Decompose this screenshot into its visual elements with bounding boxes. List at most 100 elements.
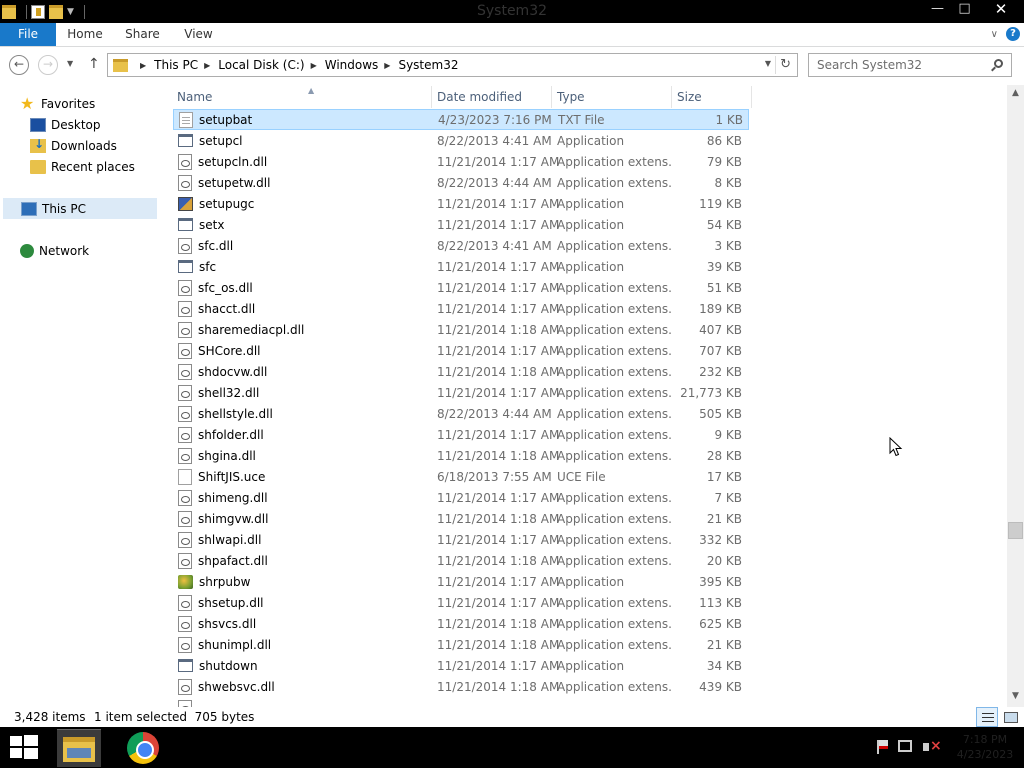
table-row[interactable]: sfc 11/21/2014 1:17 AM Application 39 KB bbox=[173, 256, 749, 277]
table-row[interactable]: shgina.dll 11/21/2014 1:18 AM Application … bbox=[173, 445, 749, 466]
close-button[interactable]: ✕ bbox=[978, 0, 1024, 20]
action-center-flag-icon[interactable] bbox=[875, 740, 891, 754]
table-row[interactable]: sfc_os.dll 11/21/2014 1:17 AM Application … bbox=[173, 277, 749, 298]
scroll-up-arrow-icon[interactable]: ▲ bbox=[1007, 85, 1024, 102]
tab-view[interactable]: View bbox=[171, 23, 226, 46]
nav-favorites[interactable]: ★ Favorites bbox=[20, 93, 95, 114]
file-name: sfc.dll bbox=[198, 238, 234, 253]
table-row[interactable]: setupcln.dll 11/21/2014 1:17 AM Applicatio… bbox=[173, 151, 749, 172]
window-controls: — □ ✕ bbox=[924, 0, 1024, 22]
table-row[interactable]: shsvcs.dll 11/21/2014 1:18 AM Application … bbox=[173, 613, 749, 634]
large-icons-view-button[interactable] bbox=[999, 707, 1021, 727]
network-tray-icon[interactable] bbox=[898, 740, 912, 752]
table-row[interactable]: shfolder.dll 11/21/2014 1:17 AM Applicatio… bbox=[173, 424, 749, 445]
breadcrumb-this-pc[interactable]: This PC bbox=[154, 58, 198, 72]
nav-desktop[interactable]: Desktop bbox=[30, 114, 101, 135]
file-date: 11/21/2014 1:18 AM bbox=[437, 553, 560, 568]
maximize-button[interactable]: □ bbox=[951, 0, 978, 20]
column-header-type[interactable]: Type bbox=[552, 86, 672, 108]
column-header-size[interactable]: Size bbox=[672, 86, 752, 108]
table-row[interactable]: shrpubw 11/21/2014 1:17 AM Application 395 … bbox=[173, 571, 749, 592]
back-button[interactable]: ← bbox=[9, 55, 29, 75]
file-size: 395 KB bbox=[699, 574, 742, 589]
up-button[interactable]: ↑ bbox=[88, 56, 100, 72]
address-bar[interactable]: ▶ This PC ▶ Local Disk (C:) ▶ Windows ▶ … bbox=[107, 53, 798, 77]
table-row[interactable]: sharemediacpl.dll 11/21/2014 1:18 AM Appli… bbox=[173, 319, 749, 340]
vertical-scrollbar[interactable]: ▲ ▼ bbox=[1007, 85, 1024, 707]
search-icon[interactable] bbox=[994, 59, 1003, 68]
expand-ribbon-icon[interactable]: ∨ bbox=[991, 29, 998, 40]
breadcrumb-arrow-icon[interactable]: ▶ bbox=[384, 61, 390, 70]
volume-muted-icon[interactable] bbox=[922, 738, 942, 754]
start-button[interactable] bbox=[10, 735, 38, 759]
table-row[interactable]: ShiftJIS.uce 6/18/2013 7:55 AM UCE File 17 … bbox=[173, 466, 749, 487]
file-type: Application extens... bbox=[557, 553, 672, 568]
tab-share[interactable]: Share bbox=[114, 23, 171, 46]
refresh-button[interactable]: ↻ bbox=[780, 57, 791, 72]
recent-locations-dropdown-icon[interactable]: ▼ bbox=[67, 59, 73, 68]
file-size: 54 KB bbox=[706, 217, 742, 232]
table-row[interactable]: shunimpl.dll 11/21/2014 1:18 AM Applicatio… bbox=[173, 634, 749, 655]
file-date: 11/21/2014 1:18 AM bbox=[437, 364, 560, 379]
table-row[interactable]: shdocvw.dll 11/21/2014 1:18 AM Application… bbox=[173, 361, 749, 382]
table-row[interactable]: shimeng.dll 11/21/2014 1:17 AM Application… bbox=[173, 487, 749, 508]
column-header-date[interactable]: Date modified bbox=[432, 86, 552, 108]
breadcrumb-system32[interactable]: System32 bbox=[398, 58, 458, 72]
table-row[interactable]: shacct.dll 11/21/2014 1:17 AM Application … bbox=[173, 298, 749, 319]
tab-file[interactable]: File bbox=[0, 23, 56, 46]
table-row[interactable]: setx 11/21/2014 1:17 AM Application 54 KB bbox=[173, 214, 749, 235]
minimize-button[interactable]: — bbox=[924, 0, 951, 20]
search-input[interactable] bbox=[817, 57, 987, 73]
file-date: 11/21/2014 1:17 AM bbox=[437, 154, 560, 169]
generic-file-icon bbox=[178, 468, 192, 485]
table-row[interactable]: shsetup.dll 11/21/2014 1:17 AM Application… bbox=[173, 592, 749, 613]
file-date: 11/21/2014 1:18 AM bbox=[437, 637, 560, 652]
file-name: setx bbox=[199, 217, 225, 232]
breadcrumb-local-disk[interactable]: Local Disk (C:) bbox=[218, 58, 304, 72]
table-row[interactable]: setupbat 4/23/2023 7:16 PM TXT File 1 KB bbox=[173, 109, 749, 130]
file-type: Application bbox=[557, 658, 625, 673]
nav-network[interactable]: Network bbox=[20, 240, 89, 261]
table-row[interactable] bbox=[173, 697, 749, 707]
table-row[interactable]: shellstyle.dll 8/22/2013 4:44 AM Applicati… bbox=[173, 403, 749, 424]
address-history-dropdown-icon[interactable]: ▼ bbox=[765, 59, 771, 68]
search-box[interactable] bbox=[808, 53, 1012, 77]
file-name: shutdown bbox=[199, 658, 258, 673]
breadcrumb-arrow-icon[interactable]: ▶ bbox=[204, 61, 210, 70]
taskbar-chrome-icon[interactable] bbox=[127, 732, 159, 764]
table-row[interactable]: setupcl 8/22/2013 4:41 AM Application 86 KB bbox=[173, 130, 749, 151]
nav-desktop-label: Desktop bbox=[51, 117, 101, 132]
forward-button[interactable]: → bbox=[38, 55, 58, 75]
column-header-name[interactable]: Name ▲ bbox=[172, 86, 432, 108]
help-icon[interactable]: ? bbox=[1006, 27, 1020, 41]
file-type: Application bbox=[557, 259, 625, 274]
taskbar-file-explorer[interactable] bbox=[57, 729, 101, 767]
table-row[interactable]: shimgvw.dll 11/21/2014 1:18 AM Application… bbox=[173, 508, 749, 529]
breadcrumb-windows[interactable]: Windows bbox=[325, 58, 379, 72]
nav-recent-places[interactable]: Recent places bbox=[30, 156, 135, 177]
system-clock[interactable]: 7:18 PM 4/23/2023 bbox=[950, 732, 1020, 762]
file-type: Application extens... bbox=[557, 679, 672, 694]
nav-this-pc[interactable]: This PC bbox=[3, 198, 157, 219]
file-name: shsvcs.dll bbox=[198, 616, 257, 631]
table-row[interactable]: SHCore.dll 11/21/2014 1:17 AM Application … bbox=[173, 340, 749, 361]
table-row[interactable]: shlwapi.dll 11/21/2014 1:17 AM Application… bbox=[173, 529, 749, 550]
file-date: 11/21/2014 1:18 AM bbox=[437, 448, 560, 463]
table-row[interactable]: shwebsvc.dll 11/21/2014 1:18 AM Applicatio… bbox=[173, 676, 749, 697]
file-name-cell: SHCore.dll bbox=[173, 342, 432, 359]
table-row[interactable]: setupugc 11/21/2014 1:17 AM Application 119… bbox=[173, 193, 749, 214]
table-row[interactable]: shpafact.dll 11/21/2014 1:18 AM Applicatio… bbox=[173, 550, 749, 571]
table-row[interactable]: setupetw.dll 8/22/2013 4:44 AM Application… bbox=[173, 172, 749, 193]
scrollbar-thumb[interactable] bbox=[1008, 522, 1023, 539]
scroll-down-arrow-icon[interactable]: ▼ bbox=[1007, 688, 1024, 705]
details-view-button[interactable] bbox=[976, 707, 998, 727]
file-date: 11/21/2014 1:17 AM bbox=[437, 217, 560, 232]
breadcrumb-arrow-icon[interactable]: ▶ bbox=[140, 61, 146, 70]
table-row[interactable]: shell32.dll 11/21/2014 1:17 AM Application… bbox=[173, 382, 749, 403]
nav-downloads[interactable]: Downloads bbox=[30, 135, 117, 156]
table-row[interactable]: sfc.dll 8/22/2013 4:41 AM Application exte… bbox=[173, 235, 749, 256]
table-row[interactable]: shutdown 11/21/2014 1:17 AM Application 34 … bbox=[173, 655, 749, 676]
breadcrumb-arrow-icon[interactable]: ▶ bbox=[311, 61, 317, 70]
tab-home[interactable]: Home bbox=[56, 23, 114, 46]
file-date: 4/23/2023 7:16 PM bbox=[438, 112, 552, 127]
